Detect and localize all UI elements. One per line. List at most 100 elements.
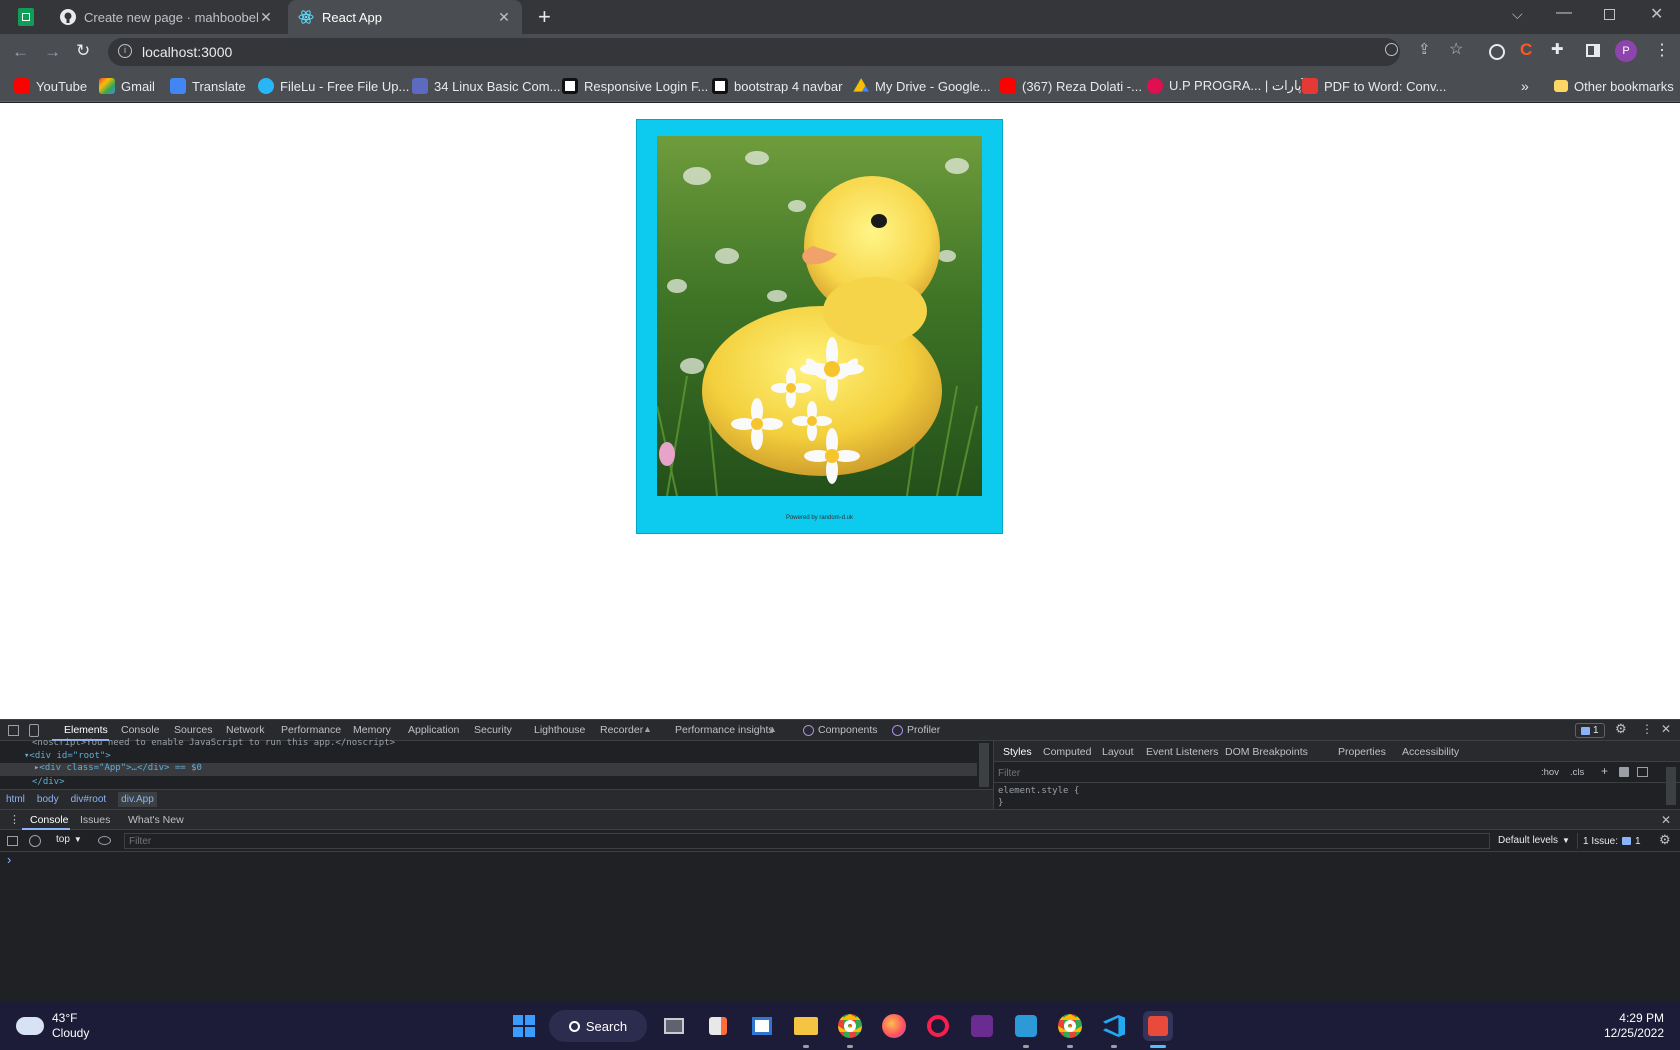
bookmark-translate[interactable]: Translate xyxy=(170,77,246,95)
styles-tab-dom-breakpoints[interactable]: DOM Breakpoints xyxy=(1225,746,1308,758)
devtools-tab-network[interactable]: Network xyxy=(226,724,265,736)
drawer-tab-console[interactable]: Console xyxy=(30,814,69,826)
bookmark-bootstrap-navbar[interactable]: bootstrap 4 navbar xyxy=(712,77,842,95)
forward-button[interactable]: → xyxy=(44,42,61,62)
extension-icon[interactable] xyxy=(1489,44,1505,60)
computed-sidebar-icon[interactable] xyxy=(1637,767,1648,777)
devtools-tab-sources[interactable]: Sources xyxy=(174,724,213,736)
tab-github[interactable]: Create new page · mahboobehjan ✕ xyxy=(50,0,284,34)
styles-tab-event-listeners[interactable]: Event Listeners xyxy=(1146,746,1218,758)
maximize-button[interactable] xyxy=(1604,9,1615,20)
devtools-tab-memory[interactable]: Memory xyxy=(353,724,391,736)
drawer-tab-issues[interactable]: Issues xyxy=(80,814,110,826)
share-icon[interactable]: ⇪ xyxy=(1418,40,1431,58)
issues-counter[interactable]: 1 Issue: 1 xyxy=(1577,833,1646,849)
devtools-tab-recorder[interactable]: Recorder xyxy=(600,724,643,736)
inspect-element-icon[interactable] xyxy=(8,725,19,736)
dom-line-app-selected[interactable]: ▸<div class="App">…</div> == $0 xyxy=(0,763,977,776)
close-devtools-icon[interactable]: ✕ xyxy=(1661,722,1671,736)
devtools-tab-application[interactable]: Application xyxy=(408,724,459,736)
styles-tab-accessibility[interactable]: Accessibility xyxy=(1402,746,1459,758)
chrome-profile-icon[interactable] xyxy=(835,1011,865,1041)
dom-line-root[interactable]: ▾<div id="root"> xyxy=(24,751,111,761)
breadcrumb-div-app[interactable]: div.App xyxy=(118,792,157,807)
new-style-rule-icon[interactable]: + xyxy=(1601,764,1608,778)
log-levels-dropdown[interactable]: Default levels ▼ xyxy=(1498,835,1570,846)
site-info-icon[interactable]: i xyxy=(118,44,132,58)
pdf-app-icon[interactable] xyxy=(967,1011,997,1041)
devtools-menu-icon[interactable]: ⋮ xyxy=(1641,722,1653,736)
system-clock[interactable]: 4:29 PM 12/25/2022 xyxy=(1584,1011,1664,1041)
hover-state-toggle[interactable]: :hov xyxy=(1541,767,1559,778)
console-settings-gear-icon[interactable]: ⚙ xyxy=(1659,832,1671,848)
drawer-tab-whats-new[interactable]: What's New xyxy=(128,814,184,826)
breadcrumb-div-root[interactable]: div#root xyxy=(71,794,107,805)
styles-tab-computed[interactable]: Computed xyxy=(1043,746,1091,758)
widgets-icon[interactable] xyxy=(703,1011,733,1041)
console-prompt[interactable]: › xyxy=(7,852,11,867)
browser-menu-icon[interactable]: ⋮ xyxy=(1654,40,1670,60)
class-toggle[interactable]: .cls xyxy=(1570,767,1584,778)
bookmark-up-programming[interactable]: U.P PROGRA... | آپارات xyxy=(1147,77,1305,95)
start-button[interactable] xyxy=(509,1011,539,1041)
reload-button[interactable]: ↻ xyxy=(76,41,90,61)
console-filter-input[interactable] xyxy=(124,833,1490,849)
styles-filter-input[interactable] xyxy=(998,765,1523,781)
extension-c-icon[interactable]: C xyxy=(1520,40,1532,60)
settings-gear-icon[interactable]: ⚙ xyxy=(1615,721,1627,737)
console-output[interactable]: › xyxy=(0,852,1680,1001)
bookmark-gmail[interactable]: Gmail xyxy=(99,77,155,95)
device-toolbar-icon[interactable] xyxy=(29,724,39,737)
element-style-rule[interactable]: element.style { xyxy=(998,786,1079,796)
bookmark-reza-dolati[interactable]: (367) Reza Dolati -... xyxy=(1000,77,1142,95)
address-bar[interactable]: i localhost:3000 xyxy=(108,38,1400,66)
devtools-tab-performance[interactable]: Performance xyxy=(281,724,341,736)
new-tab-button[interactable]: + xyxy=(538,4,551,30)
devtools-tab-profiler[interactable]: Profiler xyxy=(907,724,940,736)
task-view-button[interactable] xyxy=(659,1011,689,1041)
devtools-tab-components[interactable]: Components xyxy=(818,724,878,736)
side-panel-icon[interactable] xyxy=(1586,44,1600,57)
firefox-icon[interactable] xyxy=(879,1011,909,1041)
devtools-tab-lighthouse[interactable]: Lighthouse xyxy=(534,724,585,736)
back-button[interactable]: ← xyxy=(12,42,29,62)
issues-badge[interactable]: 1 xyxy=(1575,723,1605,738)
active-app-icon[interactable] xyxy=(1143,1011,1173,1041)
more-bookmarks-icon[interactable]: » xyxy=(1521,77,1529,95)
context-selector[interactable]: top ▼ xyxy=(56,834,82,845)
tab-search-icon[interactable]: ⌵ xyxy=(1512,6,1523,23)
bookmark-responsive-login[interactable]: Responsive Login F... xyxy=(562,77,708,95)
bookmark-filelu[interactable]: FileLu - Free File Up... xyxy=(258,77,409,95)
elements-scrollbar[interactable] xyxy=(979,743,989,787)
sourcetree-icon[interactable] xyxy=(1011,1011,1041,1041)
styles-scrollbar[interactable] xyxy=(1666,767,1676,805)
taskbar-search[interactable]: Search xyxy=(549,1010,647,1042)
close-tab-icon[interactable]: ✕ xyxy=(258,9,274,26)
dom-line-noscript[interactable]: <noscript>You need to enable JavaScript … xyxy=(32,738,395,748)
breadcrumb-body[interactable]: body xyxy=(37,794,59,805)
breadcrumb-html[interactable]: html xyxy=(6,794,25,805)
profile-avatar[interactable]: P xyxy=(1615,40,1637,62)
drawer-menu-icon[interactable]: ⋮ xyxy=(9,813,20,826)
other-bookmarks-folder[interactable]: Other bookmarks xyxy=(1554,77,1674,95)
devtools-tab-elements[interactable]: Elements xyxy=(64,724,108,736)
close-tab-icon[interactable]: ✕ xyxy=(496,9,512,26)
bookmark-linux[interactable]: 34 Linux Basic Com... xyxy=(412,77,560,95)
close-drawer-icon[interactable]: ✕ xyxy=(1661,813,1671,827)
styles-tab-layout[interactable]: Layout xyxy=(1102,746,1134,758)
minimize-button[interactable]: — xyxy=(1556,4,1572,22)
devtools-tab-console[interactable]: Console xyxy=(121,724,160,736)
zoom-icon[interactable] xyxy=(1385,43,1398,56)
bookmark-pdf-to-word[interactable]: PDF to Word: Conv... xyxy=(1302,77,1446,95)
paint-bucket-icon[interactable] xyxy=(1619,767,1629,777)
sidebar-toggle-icon[interactable] xyxy=(7,836,18,846)
vscode-icon[interactable] xyxy=(1099,1011,1129,1041)
tab-react-app[interactable]: React App ✕ xyxy=(288,0,522,34)
snipping-tool-icon[interactable] xyxy=(747,1011,777,1041)
extensions-puzzle-icon[interactable]: ✚ xyxy=(1551,40,1564,58)
bookmark-star-icon[interactable]: ☆ xyxy=(1449,39,1463,59)
devtools-tab-performance-insights[interactable]: Performance insights xyxy=(675,724,774,736)
dom-line-root-close[interactable]: </div> xyxy=(32,777,65,787)
weather-widget[interactable]: 43°F Cloudy xyxy=(16,1011,89,1041)
devtools-tab-security[interactable]: Security xyxy=(474,724,512,736)
